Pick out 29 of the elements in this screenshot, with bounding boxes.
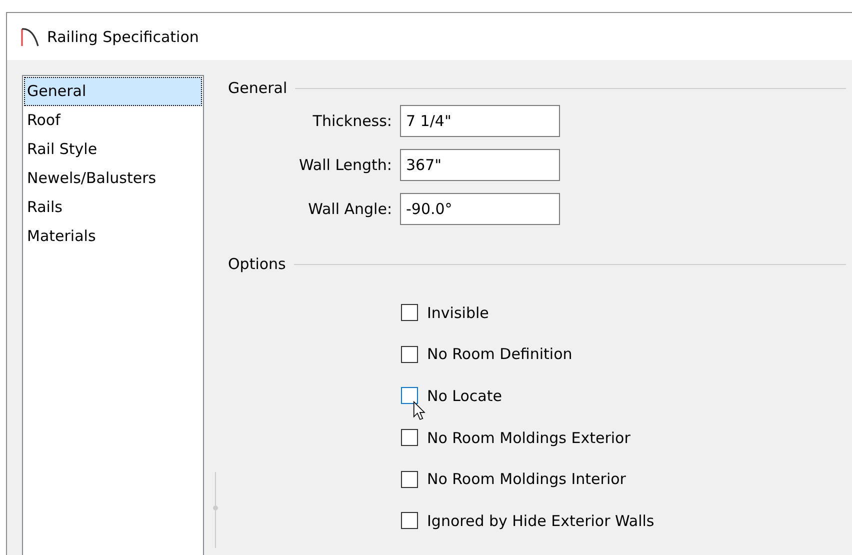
group-title: Options bbox=[228, 255, 286, 273]
sidebar-item[interactable]: Materials bbox=[24, 222, 202, 251]
splitter-handle[interactable] bbox=[213, 470, 218, 550]
checkbox[interactable] bbox=[401, 387, 418, 404]
checkbox[interactable] bbox=[401, 429, 418, 446]
checkbox-label: Invisible bbox=[427, 304, 489, 322]
input-field[interactable]: 7 1/4" bbox=[400, 105, 560, 137]
sidebar-item[interactable]: Newels/Balusters bbox=[24, 164, 202, 193]
checkbox-label: Ignored by Hide Exterior Walls bbox=[427, 512, 654, 530]
input-field[interactable]: 367" bbox=[400, 149, 560, 181]
sidebar-item[interactable]: Roof bbox=[24, 106, 202, 135]
sidebar-item[interactable]: Rail Style bbox=[24, 135, 202, 164]
checkbox-label: No Room Moldings Interior bbox=[427, 470, 626, 488]
sidebar-item[interactable]: General bbox=[24, 77, 202, 106]
checkbox[interactable] bbox=[401, 346, 418, 363]
field-label: Wall Length: bbox=[298, 156, 393, 174]
checkbox-label: No Locate bbox=[427, 386, 502, 405]
checkbox-label: No Room Definition bbox=[427, 345, 572, 364]
checkbox[interactable] bbox=[401, 304, 418, 322]
group-title: General bbox=[228, 79, 288, 97]
checkbox-label: No Room Moldings Exterior bbox=[427, 428, 630, 447]
field-label: Thickness: bbox=[312, 112, 393, 130]
railing-icon bbox=[21, 26, 39, 48]
window-title: Railing Specification bbox=[47, 28, 199, 46]
checkbox[interactable] bbox=[401, 470, 418, 488]
checkbox[interactable] bbox=[401, 512, 418, 530]
field-label: Wall Angle: bbox=[307, 200, 393, 218]
input-field[interactable]: -90.0° bbox=[400, 193, 560, 225]
sidebar-item[interactable]: Rails bbox=[24, 193, 202, 222]
